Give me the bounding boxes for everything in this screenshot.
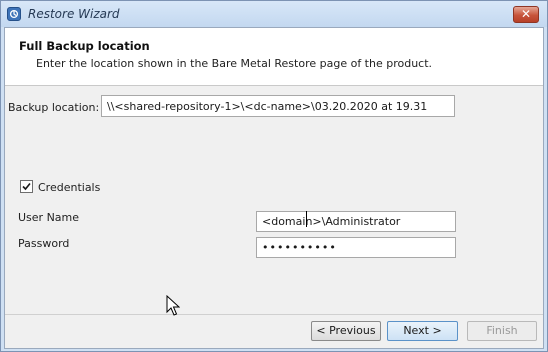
wizard-app-icon xyxy=(7,7,21,21)
restore-wizard-window: Restore Wizard ✕ Full Backup location En… xyxy=(0,0,548,352)
mouse-pointer-icon xyxy=(166,295,180,316)
close-button[interactable]: ✕ xyxy=(513,6,539,23)
backup-location-input[interactable] xyxy=(101,95,455,117)
checkmark-icon xyxy=(22,182,31,191)
window-title: Restore Wizard xyxy=(28,7,120,21)
wizard-footer: < Previous Next > Finish xyxy=(5,314,543,348)
credentials-label: Credentials xyxy=(38,181,101,194)
page-title: Full Backup location xyxy=(19,39,150,53)
wizard-body: Full Backup location Enter the location … xyxy=(4,27,544,349)
user-name-input[interactable] xyxy=(256,211,456,232)
backup-location-label: Backup location: xyxy=(8,101,100,114)
text-cursor xyxy=(306,211,307,227)
credentials-checkbox[interactable] xyxy=(20,180,33,193)
password-input[interactable] xyxy=(256,237,456,258)
title-bar[interactable]: Restore Wizard ✕ xyxy=(1,1,547,27)
previous-button[interactable]: < Previous xyxy=(311,321,381,341)
user-name-label: User Name xyxy=(18,211,80,224)
page-header: Full Backup location Enter the location … xyxy=(5,28,543,86)
next-button[interactable]: Next > xyxy=(387,321,458,341)
password-label: Password xyxy=(18,237,70,250)
close-icon: ✕ xyxy=(520,7,532,21)
page-subtitle: Enter the location shown in the Bare Met… xyxy=(36,57,433,70)
finish-button[interactable]: Finish xyxy=(467,321,537,341)
